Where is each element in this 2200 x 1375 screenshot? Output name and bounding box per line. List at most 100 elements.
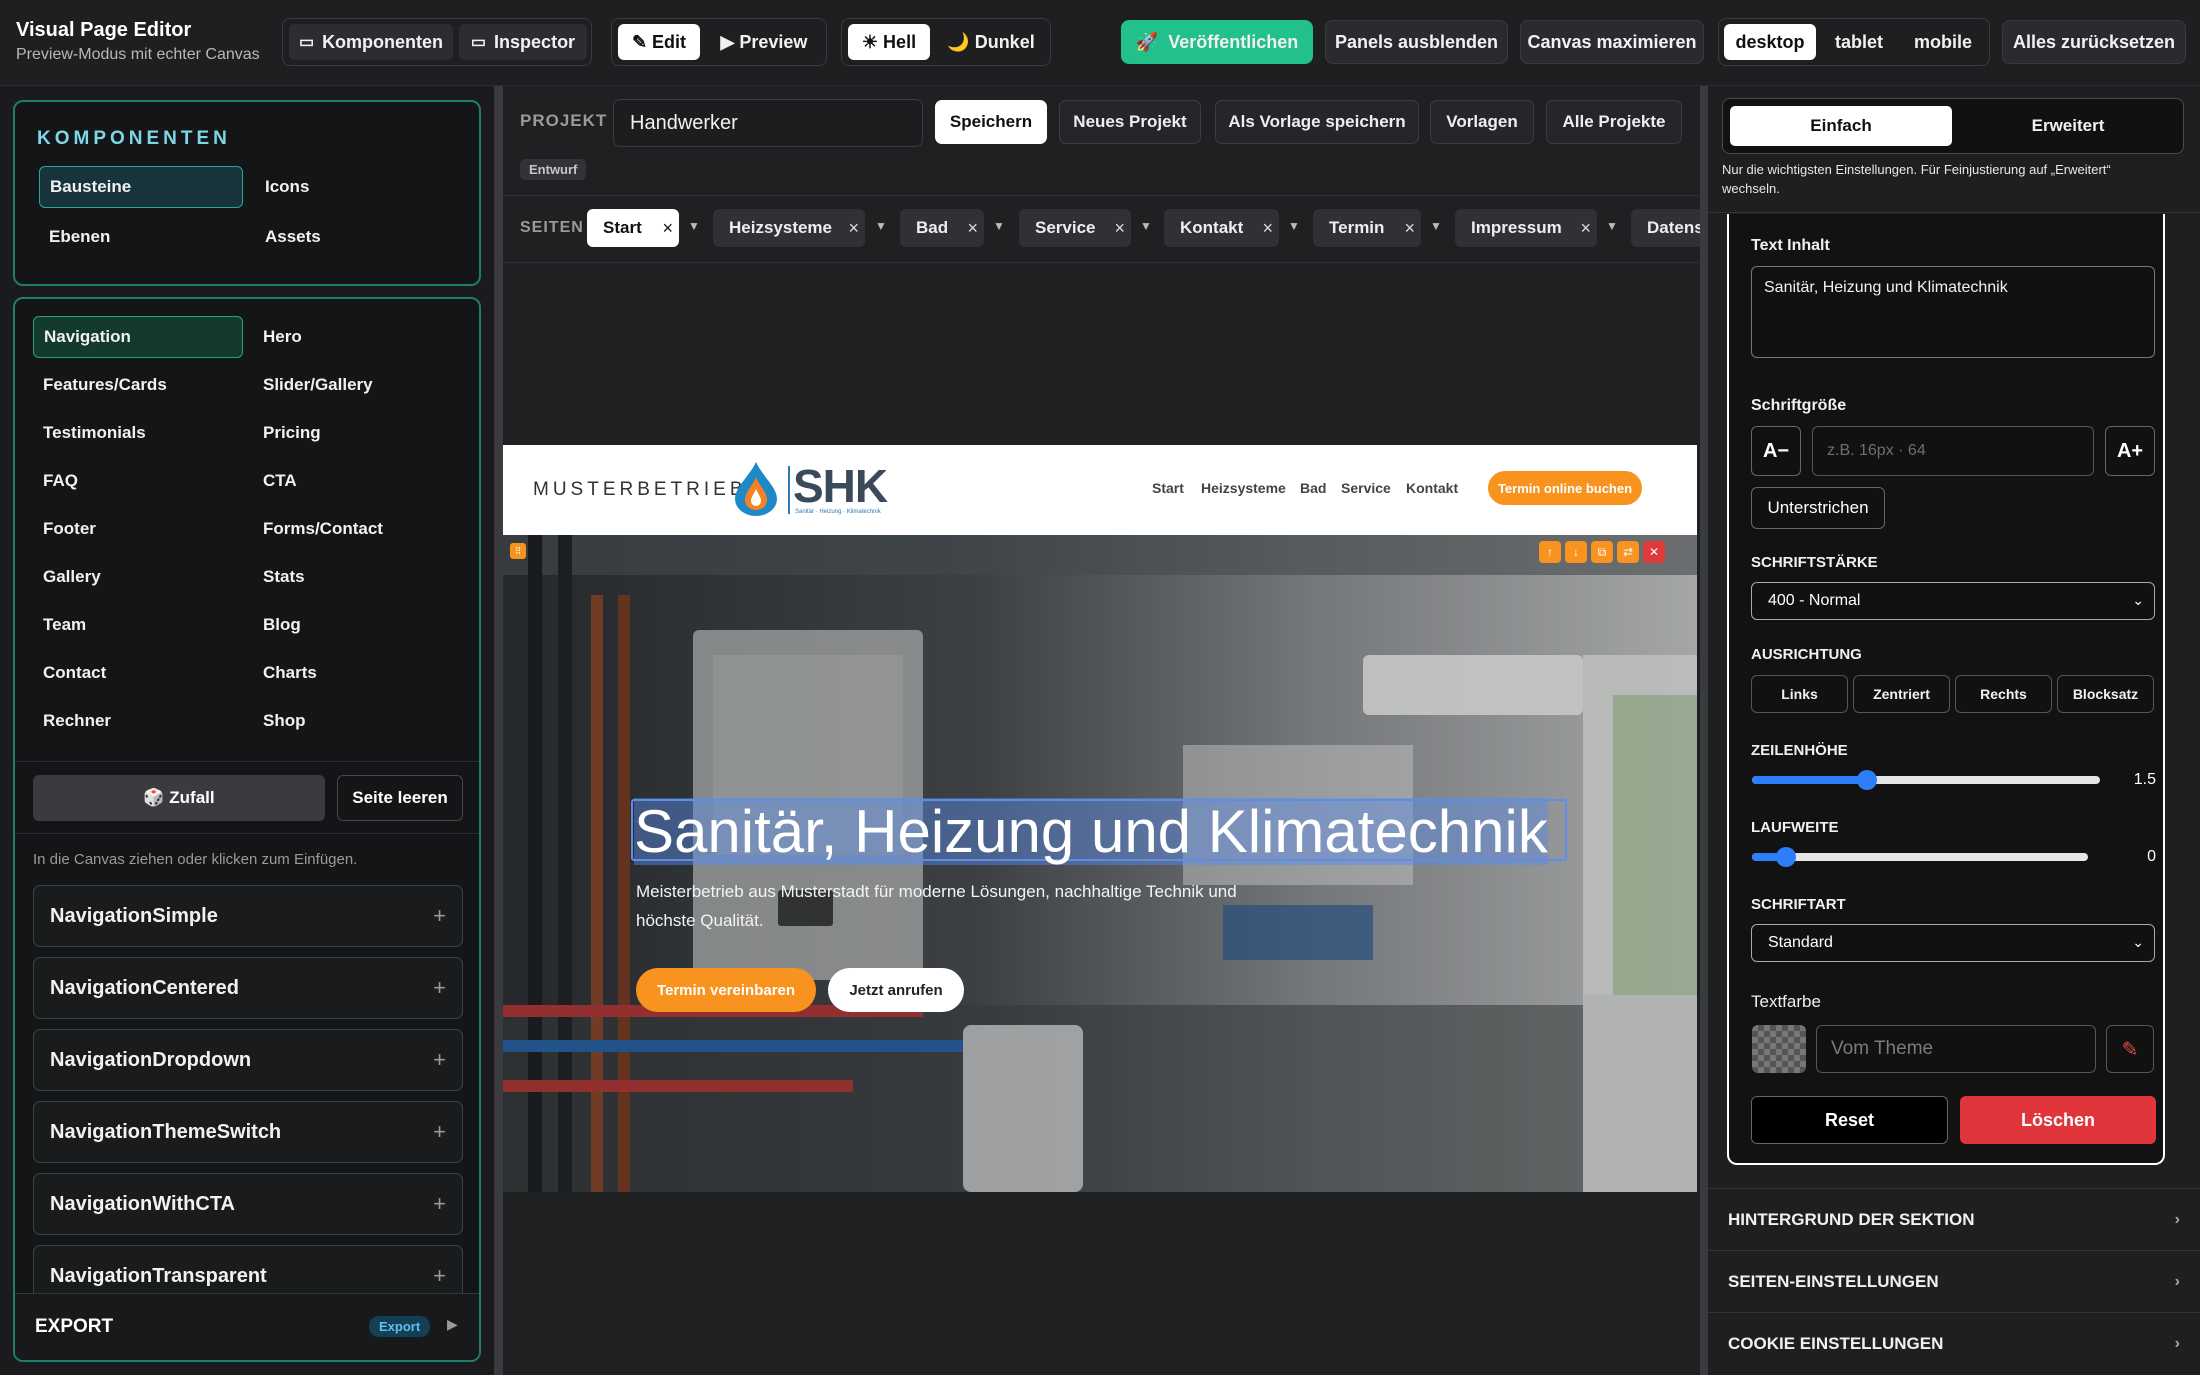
plus-icon[interactable]: +	[433, 975, 446, 1001]
category-charts[interactable]: Charts	[253, 652, 453, 694]
reset-text-button[interactable]: Reset	[1751, 1096, 1948, 1144]
close-icon[interactable]: ×	[967, 218, 978, 239]
hero-secondary-cta[interactable]: Jetzt anrufen	[828, 968, 964, 1012]
device-mobile[interactable]: mobile	[1901, 24, 1985, 60]
letter-spacing-slider[interactable]	[1752, 847, 2088, 867]
page-tab-start[interactable]: Start ×	[587, 209, 679, 247]
component-navigation-with-cta[interactable]: NavigationWithCTA +	[33, 1173, 463, 1235]
export-bar[interactable]: EXPORT Export ▶	[15, 1293, 479, 1360]
tab-assets[interactable]: Assets	[255, 216, 455, 258]
font-weight-select[interactable]: 400 - Normal ⌄	[1751, 582, 2155, 620]
page-tab-service[interactable]: Service ×	[1019, 209, 1131, 247]
random-button[interactable]: 🎲 Zufall	[33, 775, 325, 821]
plus-icon[interactable]: +	[433, 903, 446, 929]
maximize-canvas-button[interactable]: Canvas maximieren	[1520, 20, 1704, 64]
plus-icon[interactable]: +	[433, 1263, 446, 1289]
category-testimonials[interactable]: Testimonials	[33, 412, 243, 454]
chevron-down-icon[interactable]: ▼	[1430, 219, 1442, 233]
delete-section-icon[interactable]: ✕	[1643, 541, 1665, 563]
close-icon[interactable]: ×	[1262, 218, 1273, 239]
font-family-select[interactable]: Standard ⌄	[1751, 924, 2155, 962]
category-team[interactable]: Team	[33, 604, 243, 646]
section-background-accordion[interactable]: HINTERGRUND DER SEKTION ›	[1708, 1188, 2200, 1250]
text-content-input[interactable]: Sanitär, Heizung und Klimatechnik	[1751, 266, 2155, 358]
chevron-down-icon[interactable]: ▼	[1140, 219, 1152, 233]
hide-panels-button[interactable]: Panels ausblenden	[1325, 20, 1508, 64]
underline-toggle[interactable]: Unterstrichen	[1751, 487, 1885, 529]
save-as-template-button[interactable]: Als Vorlage speichern	[1215, 100, 1419, 144]
delete-element-button[interactable]: Löschen	[1960, 1096, 2156, 1144]
category-pricing[interactable]: Pricing	[253, 412, 453, 454]
drag-handle-icon[interactable]: ⠿	[510, 543, 526, 559]
decrease-font-size-button[interactable]: A−	[1751, 426, 1801, 476]
align-justify-button[interactable]: Blocksatz	[2057, 675, 2154, 713]
eyedropper-icon[interactable]: ✎	[2106, 1025, 2154, 1073]
category-faq[interactable]: FAQ	[33, 460, 243, 502]
light-theme-button[interactable]: ☀ Hell	[848, 24, 930, 60]
chevron-down-icon[interactable]: ▼	[875, 219, 887, 233]
tab-icons[interactable]: Icons	[255, 166, 455, 208]
font-size-input[interactable]: z.B. 16px · 64	[1812, 426, 2094, 476]
cookie-settings-accordion[interactable]: COOKIE EINSTELLUNGEN ›	[1708, 1312, 2200, 1375]
align-right-button[interactable]: Rechts	[1955, 675, 2052, 713]
site-navbar[interactable]: MUSTERBETRIEB SHK Sanitär · Heizung · Kl…	[503, 445, 1697, 535]
chevron-down-icon[interactable]: ▼	[1606, 219, 1618, 233]
hero-title[interactable]: Sanitär, Heizung und Klimatechnik	[634, 798, 1548, 865]
close-icon[interactable]: ×	[662, 218, 673, 239]
swap-icon[interactable]: ⇄	[1617, 541, 1639, 563]
hero-description[interactable]: Meisterbetrieb aus Musterstadt für moder…	[636, 877, 1256, 935]
page-tab-heizsysteme[interactable]: Heizsysteme ×	[713, 209, 865, 247]
all-projects-button[interactable]: Alle Projekte	[1546, 100, 1682, 144]
category-forms-contact[interactable]: Forms/Contact	[253, 508, 453, 550]
text-color-input[interactable]: Vom Theme	[1816, 1025, 2096, 1073]
chevron-down-icon[interactable]: ▼	[1288, 219, 1300, 233]
page-canvas[interactable]: MUSTERBETRIEB SHK Sanitär · Heizung · Kl…	[503, 445, 1697, 1192]
reset-all-button[interactable]: Alles zurücksetzen	[2002, 20, 2186, 64]
device-tablet[interactable]: tablet	[1823, 24, 1895, 60]
project-name-input[interactable]: Handwerker	[613, 99, 923, 147]
site-nav-kontakt[interactable]: Kontakt	[1406, 480, 1458, 496]
line-height-slider[interactable]	[1752, 770, 2100, 790]
close-icon[interactable]: ×	[848, 218, 859, 239]
component-navigation-theme-switch[interactable]: NavigationThemeSwitch +	[33, 1101, 463, 1163]
templates-button[interactable]: Vorlagen	[1430, 100, 1534, 144]
slider-knob[interactable]	[1776, 847, 1796, 867]
right-resize-handle[interactable]	[1700, 86, 1708, 1375]
komponenten-toggle[interactable]: ▭ Komponenten	[289, 24, 453, 60]
slider-knob[interactable]	[1857, 770, 1877, 790]
category-slider-gallery[interactable]: Slider/Gallery	[253, 364, 453, 406]
device-desktop[interactable]: desktop	[1724, 24, 1816, 60]
save-project-button[interactable]: Speichern	[935, 100, 1047, 144]
align-center-button[interactable]: Zentriert	[1853, 675, 1950, 713]
page-settings-accordion[interactable]: SEITEN-EINSTELLUNGEN ›	[1708, 1250, 2200, 1312]
move-up-icon[interactable]: ↑	[1539, 541, 1561, 563]
site-nav-heizsysteme[interactable]: Heizsysteme	[1201, 480, 1286, 496]
book-appointment-button[interactable]: Termin online buchen	[1488, 471, 1642, 505]
dark-theme-button[interactable]: 🌙 Dunkel	[938, 24, 1044, 60]
increase-font-size-button[interactable]: A+	[2105, 426, 2155, 476]
plus-icon[interactable]: +	[433, 1047, 446, 1073]
hero-primary-cta[interactable]: Termin vereinbaren	[636, 968, 816, 1012]
tab-erweitert[interactable]: Erweitert	[1957, 106, 2179, 146]
category-hero[interactable]: Hero	[253, 316, 453, 358]
site-nav-service[interactable]: Service	[1341, 480, 1391, 496]
inspector-toggle[interactable]: ▭ Inspector	[459, 24, 587, 60]
chevron-down-icon[interactable]: ▼	[688, 219, 700, 233]
edit-mode-button[interactable]: ✎ Edit	[618, 24, 700, 60]
page-tab-termin[interactable]: Termin ×	[1313, 209, 1421, 247]
preview-mode-button[interactable]: ▶ Preview	[708, 24, 820, 60]
left-resize-handle[interactable]	[494, 86, 503, 1375]
site-nav-bad[interactable]: Bad	[1300, 480, 1326, 496]
plus-icon[interactable]: +	[433, 1191, 446, 1217]
duplicate-icon[interactable]: ⧉	[1591, 541, 1613, 563]
component-navigation-simple[interactable]: NavigationSimple +	[33, 885, 463, 947]
page-tab-bad[interactable]: Bad ×	[900, 209, 984, 247]
plus-icon[interactable]: +	[433, 1119, 446, 1145]
chevron-down-icon[interactable]: ▼	[993, 219, 1005, 233]
publish-button[interactable]: 🚀 Veröffentlichen	[1121, 20, 1313, 64]
category-cta[interactable]: CTA	[253, 460, 453, 502]
category-gallery[interactable]: Gallery	[33, 556, 243, 598]
page-tab-datens[interactable]: Datens	[1631, 209, 1700, 247]
component-navigation-dropdown[interactable]: NavigationDropdown +	[33, 1029, 463, 1091]
category-shop[interactable]: Shop	[253, 700, 453, 742]
